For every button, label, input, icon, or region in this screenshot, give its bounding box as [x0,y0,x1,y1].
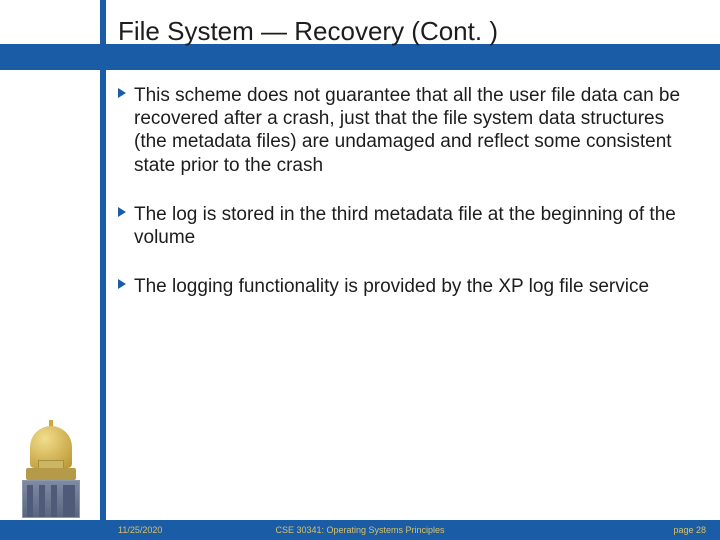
bullet-marker-icon [118,207,126,217]
bullet-marker-icon [118,88,126,98]
bullet-text: The log is stored in the third metadata … [134,204,676,248]
bullet-marker-icon [118,279,126,289]
slide-title: File System — Recovery (Cont. ) [118,16,498,47]
university-dome-logo [16,428,86,518]
bullet-text: This scheme does not guarantee that all … [134,85,680,176]
footer-date: 11/25/2020 [118,525,162,535]
vertical-accent-bar [100,0,106,540]
title-band: File System — Recovery (Cont. ) [0,12,720,68]
title-background [0,44,720,70]
content-area: This scheme does not guarantee that all … [118,84,688,324]
bullet-text: The logging functionality is provided by… [134,276,649,297]
bullet-item: The log is stored in the third metadata … [118,203,688,249]
footer-course: CSE 30341: Operating Systems Principles [275,525,444,535]
footer-bar: 11/25/2020 CSE 30341: Operating Systems … [0,520,720,540]
bullet-item: The logging functionality is provided by… [118,275,688,298]
footer-page: page 28 [673,525,706,535]
bullet-item: This scheme does not guarantee that all … [118,84,688,177]
